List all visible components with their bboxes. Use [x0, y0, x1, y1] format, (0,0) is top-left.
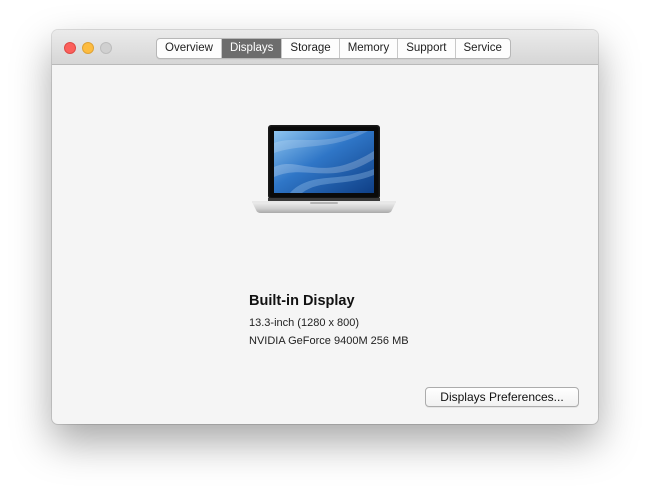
tab-memory[interactable]: Memory — [340, 39, 399, 58]
tab-displays[interactable]: Displays — [221, 39, 283, 58]
tab-storage[interactable]: Storage — [282, 39, 340, 58]
tab-service[interactable]: Service — [456, 39, 510, 58]
display-name: Built-in Display — [249, 293, 355, 309]
close-icon[interactable] — [64, 42, 76, 54]
display-size-resolution: 13.3-inch (1280 x 800) — [249, 317, 360, 329]
displays-preferences-button[interactable]: Displays Preferences... — [425, 387, 579, 407]
display-info-block: Built-in Display 13.3-inch (1280 x 800) … — [249, 293, 549, 353]
tab-overview[interactable]: Overview — [157, 39, 222, 58]
minimize-icon[interactable] — [82, 42, 94, 54]
displays-pane: Built-in Display 13.3-inch (1280 x 800) … — [52, 65, 598, 424]
zoom-icon[interactable] — [100, 42, 112, 54]
macbook-laptop-icon — [252, 125, 396, 213]
about-this-mac-window: Overview Displays Storage Memory Support… — [52, 30, 598, 424]
tab-bar: Overview Displays Storage Memory Support… — [156, 38, 511, 59]
tab-support[interactable]: Support — [398, 39, 456, 58]
graphics-card: NVIDIA GeForce 9400M 256 MB — [249, 335, 409, 347]
window-titlebar[interactable]: Overview Displays Storage Memory Support… — [52, 30, 598, 65]
desktop-background: Overview Displays Storage Memory Support… — [0, 0, 649, 500]
